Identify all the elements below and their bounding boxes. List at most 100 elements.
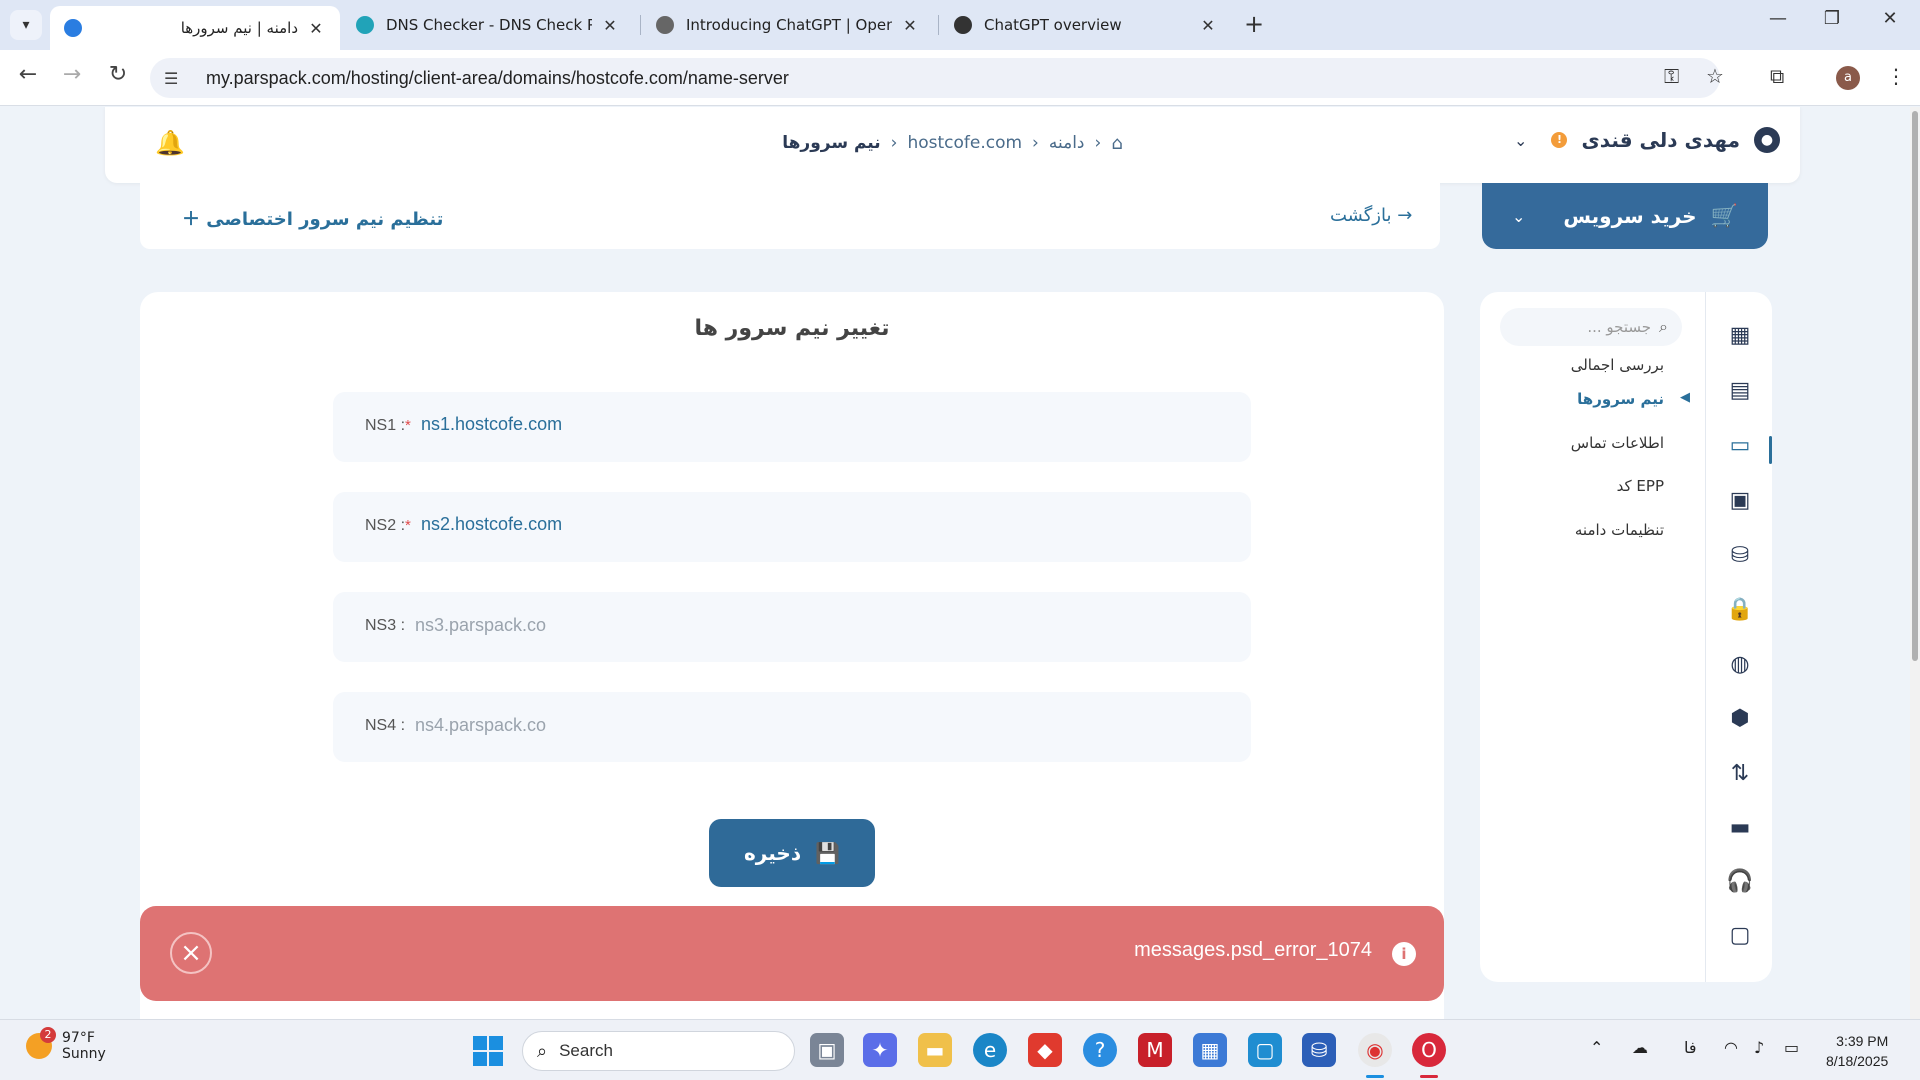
breadcrumb-site[interactable]: hostcofe.com	[907, 133, 1022, 154]
sidebar-divider	[1705, 292, 1706, 982]
box-icon[interactable]: ⬢	[1725, 703, 1755, 733]
system-clock[interactable]: 3:39 PM 8/18/2025	[1826, 1031, 1888, 1071]
ns2-field[interactable]: NS2 :* ns2.hostcofe.com	[333, 492, 1251, 562]
sidebar-item-contact-info[interactable]: اطلاعات تماس	[1571, 434, 1664, 452]
close-icon[interactable]: ×	[170, 932, 212, 974]
sidebar-item-epp-code[interactable]: EPP کد	[1617, 477, 1664, 495]
sidebar-search-placeholder: جستجو ...	[1587, 318, 1652, 336]
storage-icon[interactable]: ⛁	[1725, 540, 1755, 570]
sidebar-item-nameservers[interactable]: نیم سرورها	[1577, 390, 1664, 408]
chrome-active-indicator	[1366, 1075, 1384, 1078]
home-icon[interactable]: ⌂	[1111, 133, 1122, 154]
sidebar-search-input[interactable]: ⌕ جستجو ...	[1500, 308, 1682, 346]
search-icon: ⌕	[537, 1040, 548, 1062]
close-tab-icon[interactable]: ✕	[900, 16, 920, 35]
sidebar-item-overview[interactable]: بررسی اجمالی	[1571, 356, 1664, 374]
invoice-icon[interactable]: ▬	[1725, 812, 1755, 842]
tray-overflow-icon[interactable]: ⌃	[1590, 1038, 1603, 1057]
bookmark-star-icon[interactable]: ☆	[1706, 64, 1724, 88]
network-app-icon[interactable]: ⛁	[1302, 1033, 1336, 1067]
tab-chatgpt-overview[interactable]: ChatGPT overview ✕	[940, 6, 1232, 44]
dashboard-icon[interactable]: ▦	[1725, 320, 1755, 350]
restore-button[interactable]: ❐	[1810, 8, 1854, 29]
support-headset-icon[interactable]: 🎧	[1725, 866, 1755, 896]
url-text: my.parspack.com/hosting/client-area/doma…	[206, 67, 789, 88]
copilot-icon[interactable]: ✦	[863, 1033, 897, 1067]
tab-separator	[640, 15, 641, 35]
wifi-icon[interactable]: ◠	[1724, 1038, 1738, 1057]
forward-arrow-icon[interactable]: →	[56, 62, 88, 87]
edge-icon[interactable]: e	[973, 1033, 1007, 1067]
mcafee-icon[interactable]: M	[1138, 1033, 1172, 1067]
ns3-placeholder[interactable]: ns3.parspack.co	[415, 615, 546, 636]
new-tab-button[interactable]: +	[1244, 10, 1264, 38]
weather-widget[interactable]: 2 97°F Sunny	[26, 1027, 106, 1062]
chevron-down-icon[interactable]: ⌄	[1512, 207, 1525, 226]
back-link[interactable]: → بازگشت	[1330, 205, 1412, 226]
ns4-placeholder[interactable]: ns4.parspack.co	[415, 715, 546, 736]
browser-menu-icon[interactable]: ⋮	[1886, 64, 1906, 88]
services-icon[interactable]: ▤	[1725, 375, 1755, 405]
ns4-field[interactable]: NS4 : ns4.parspack.co	[333, 692, 1251, 762]
app-diamond-icon[interactable]: ◆	[1028, 1033, 1062, 1067]
server-icon[interactable]: ▣	[1725, 485, 1755, 515]
lock-icon[interactable]: 🔒	[1725, 594, 1755, 624]
app-frame-icon[interactable]: ▢	[1248, 1033, 1282, 1067]
ns2-label: NS2 :*	[365, 517, 411, 534]
close-tab-icon[interactable]: ✕	[1198, 16, 1218, 35]
close-tab-icon[interactable]: ✕	[306, 19, 326, 38]
volume-icon[interactable]: ♪	[1754, 1038, 1764, 1057]
url-bar[interactable]: ☰ my.parspack.com/hosting/client-area/do…	[150, 58, 1720, 98]
tab-search-button[interactable]: ▾	[10, 10, 42, 40]
buy-service-button[interactable]: 🛒 خرید سرویس ⌄	[1482, 183, 1768, 249]
minimize-button[interactable]: —	[1756, 8, 1800, 29]
tab-dns-checker[interactable]: DNS Checker - DNS Check Prop ✕	[342, 6, 634, 44]
ns3-field[interactable]: NS3 : ns3.parspack.co	[333, 592, 1251, 662]
language-indicator[interactable]: فا	[1684, 1038, 1697, 1057]
openai-favicon-icon	[656, 16, 674, 34]
parspack-favicon-icon	[64, 19, 82, 37]
reload-icon[interactable]: ↻	[102, 62, 134, 87]
save-button[interactable]: 💾 ذخیره	[709, 819, 875, 887]
close-tab-icon[interactable]: ✕	[600, 16, 620, 35]
weather-desc: Sunny	[62, 1046, 106, 1062]
ns1-value[interactable]: ns1.hostcofe.com	[421, 414, 562, 435]
chevron-down-icon[interactable]: ⌄	[1514, 131, 1527, 150]
custom-nameserver-link[interactable]: تنظیم نیم سرور اختصاصی ＋	[182, 205, 443, 231]
domain-icon[interactable]: ▭	[1725, 430, 1755, 460]
chrome-icon[interactable]: ◉	[1358, 1033, 1392, 1067]
user-profile-icon[interactable]: ▢	[1725, 920, 1755, 950]
weather-temp: 97°F	[62, 1030, 95, 1046]
search-icon: ⌕	[1659, 317, 1668, 336]
tab-parspack[interactable]: دامنه | نیم سرورها ✕	[50, 6, 340, 50]
start-button[interactable]	[473, 1036, 503, 1066]
sidebar-item-domain-settings[interactable]: تنظیمات دامنه	[1575, 521, 1664, 539]
back-arrow-icon[interactable]: ←	[12, 62, 44, 87]
opera-icon[interactable]: O	[1412, 1033, 1446, 1067]
battery-icon[interactable]: ▭	[1784, 1038, 1799, 1057]
site-info-icon[interactable]: ☰	[164, 69, 184, 88]
task-view-icon[interactable]: ▣	[810, 1033, 844, 1067]
transfer-icon[interactable]: ⇅	[1725, 758, 1755, 788]
error-toast: × messages.psd_error_1074 i	[140, 906, 1444, 1001]
ns1-field[interactable]: NS1 :* ns1.hostcofe.com	[333, 392, 1251, 462]
cloud-off-icon[interactable]: ☁	[1632, 1038, 1648, 1057]
openai-favicon-icon	[954, 16, 972, 34]
file-explorer-icon[interactable]: ▬	[918, 1033, 952, 1067]
extensions-icon[interactable]: ⧉	[1770, 64, 1784, 88]
profile-avatar[interactable]: a	[1836, 66, 1860, 90]
globe-icon[interactable]: ◍	[1725, 649, 1755, 679]
user-menu[interactable]: ● مهدی دلی قندی ! ⌄	[1514, 127, 1780, 153]
help-icon[interactable]: ?	[1083, 1033, 1117, 1067]
page-header: 🔔 ⌂ ‹ دامنه ‹ hostcofe.com ‹ نیم سرورها …	[105, 107, 1800, 183]
close-window-button[interactable]: ✕	[1868, 8, 1912, 29]
password-key-icon[interactable]: ⚿	[1664, 64, 1679, 88]
tab-title: DNS Checker - DNS Check Prop	[386, 16, 592, 34]
tab-title: دامنه | نیم سرورها	[180, 19, 298, 37]
page-scrollbar[interactable]	[1910, 107, 1920, 1019]
breadcrumb-domain[interactable]: دامنه	[1049, 133, 1085, 154]
tab-introducing-chatgpt[interactable]: Introducing ChatGPT | OpenAI ✕	[642, 6, 934, 44]
taskbar-search-box[interactable]: ⌕ Search	[522, 1031, 795, 1071]
ns2-value[interactable]: ns2.hostcofe.com	[421, 514, 562, 535]
store-icon[interactable]: ▦	[1193, 1033, 1227, 1067]
